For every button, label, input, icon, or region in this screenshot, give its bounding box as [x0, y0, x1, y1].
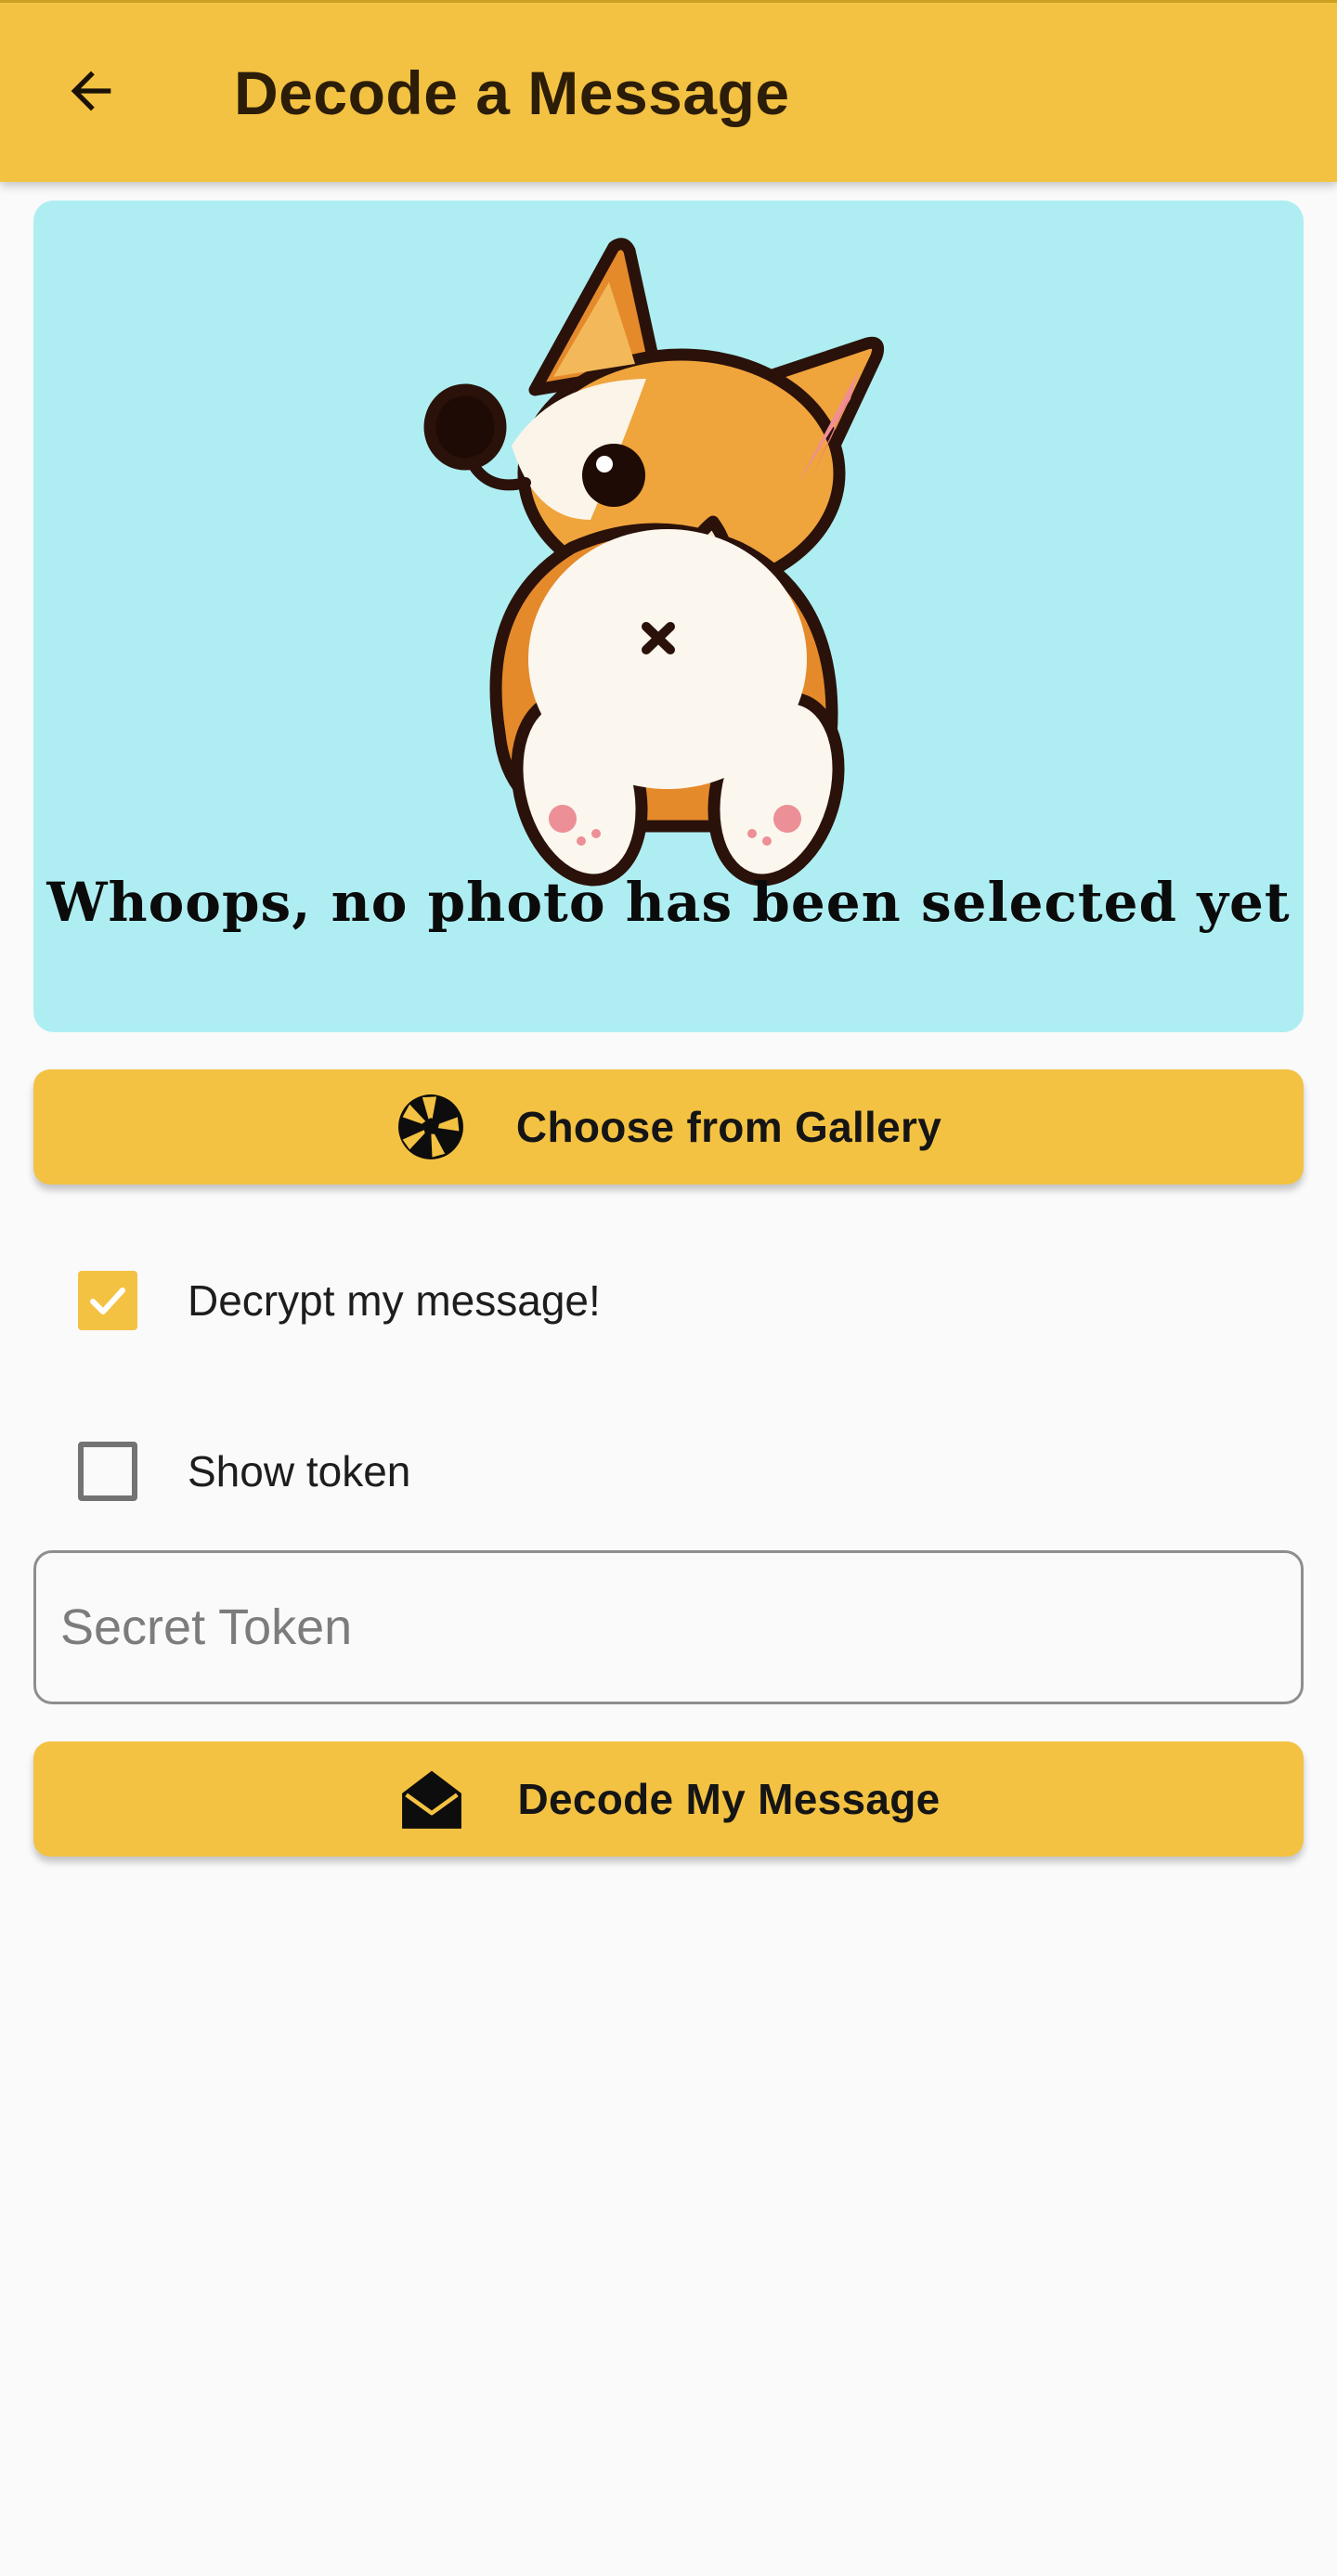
decrypt-checkbox[interactable]	[78, 1271, 137, 1330]
choose-from-gallery-button[interactable]: Choose from Gallery	[33, 1069, 1304, 1184]
decrypt-option: Decrypt my message!	[78, 1268, 601, 1333]
arrow-left-icon	[71, 71, 111, 111]
page-title: Decode a Message	[234, 58, 790, 127]
photo-preview-card: Whoops, no photo has been selected yet	[33, 201, 1304, 1032]
show-token-label: Show token	[188, 1447, 411, 1495]
decrypt-label: Decrypt my message!	[188, 1276, 601, 1325]
decode-message-button[interactable]: Decode My Message	[33, 1741, 1304, 1857]
envelope-open-icon	[396, 1764, 467, 1834]
back-button[interactable]	[45, 45, 137, 137]
show-token-option: Show token	[78, 1439, 410, 1504]
decode-message-label: Decode My Message	[517, 1775, 941, 1823]
checkmark-icon	[90, 1288, 125, 1314]
status-divider	[0, 0, 1337, 3]
corgi-illustration	[423, 238, 885, 887]
choose-from-gallery-label: Choose from Gallery	[515, 1103, 942, 1151]
app-bar: Decode a Message	[0, 0, 1337, 182]
secret-token-input[interactable]	[33, 1550, 1304, 1704]
show-token-checkbox[interactable]	[78, 1442, 137, 1501]
camera-aperture-icon	[396, 1092, 466, 1162]
no-photo-message: Whoops, no photo has been selected yet	[46, 871, 1291, 934]
